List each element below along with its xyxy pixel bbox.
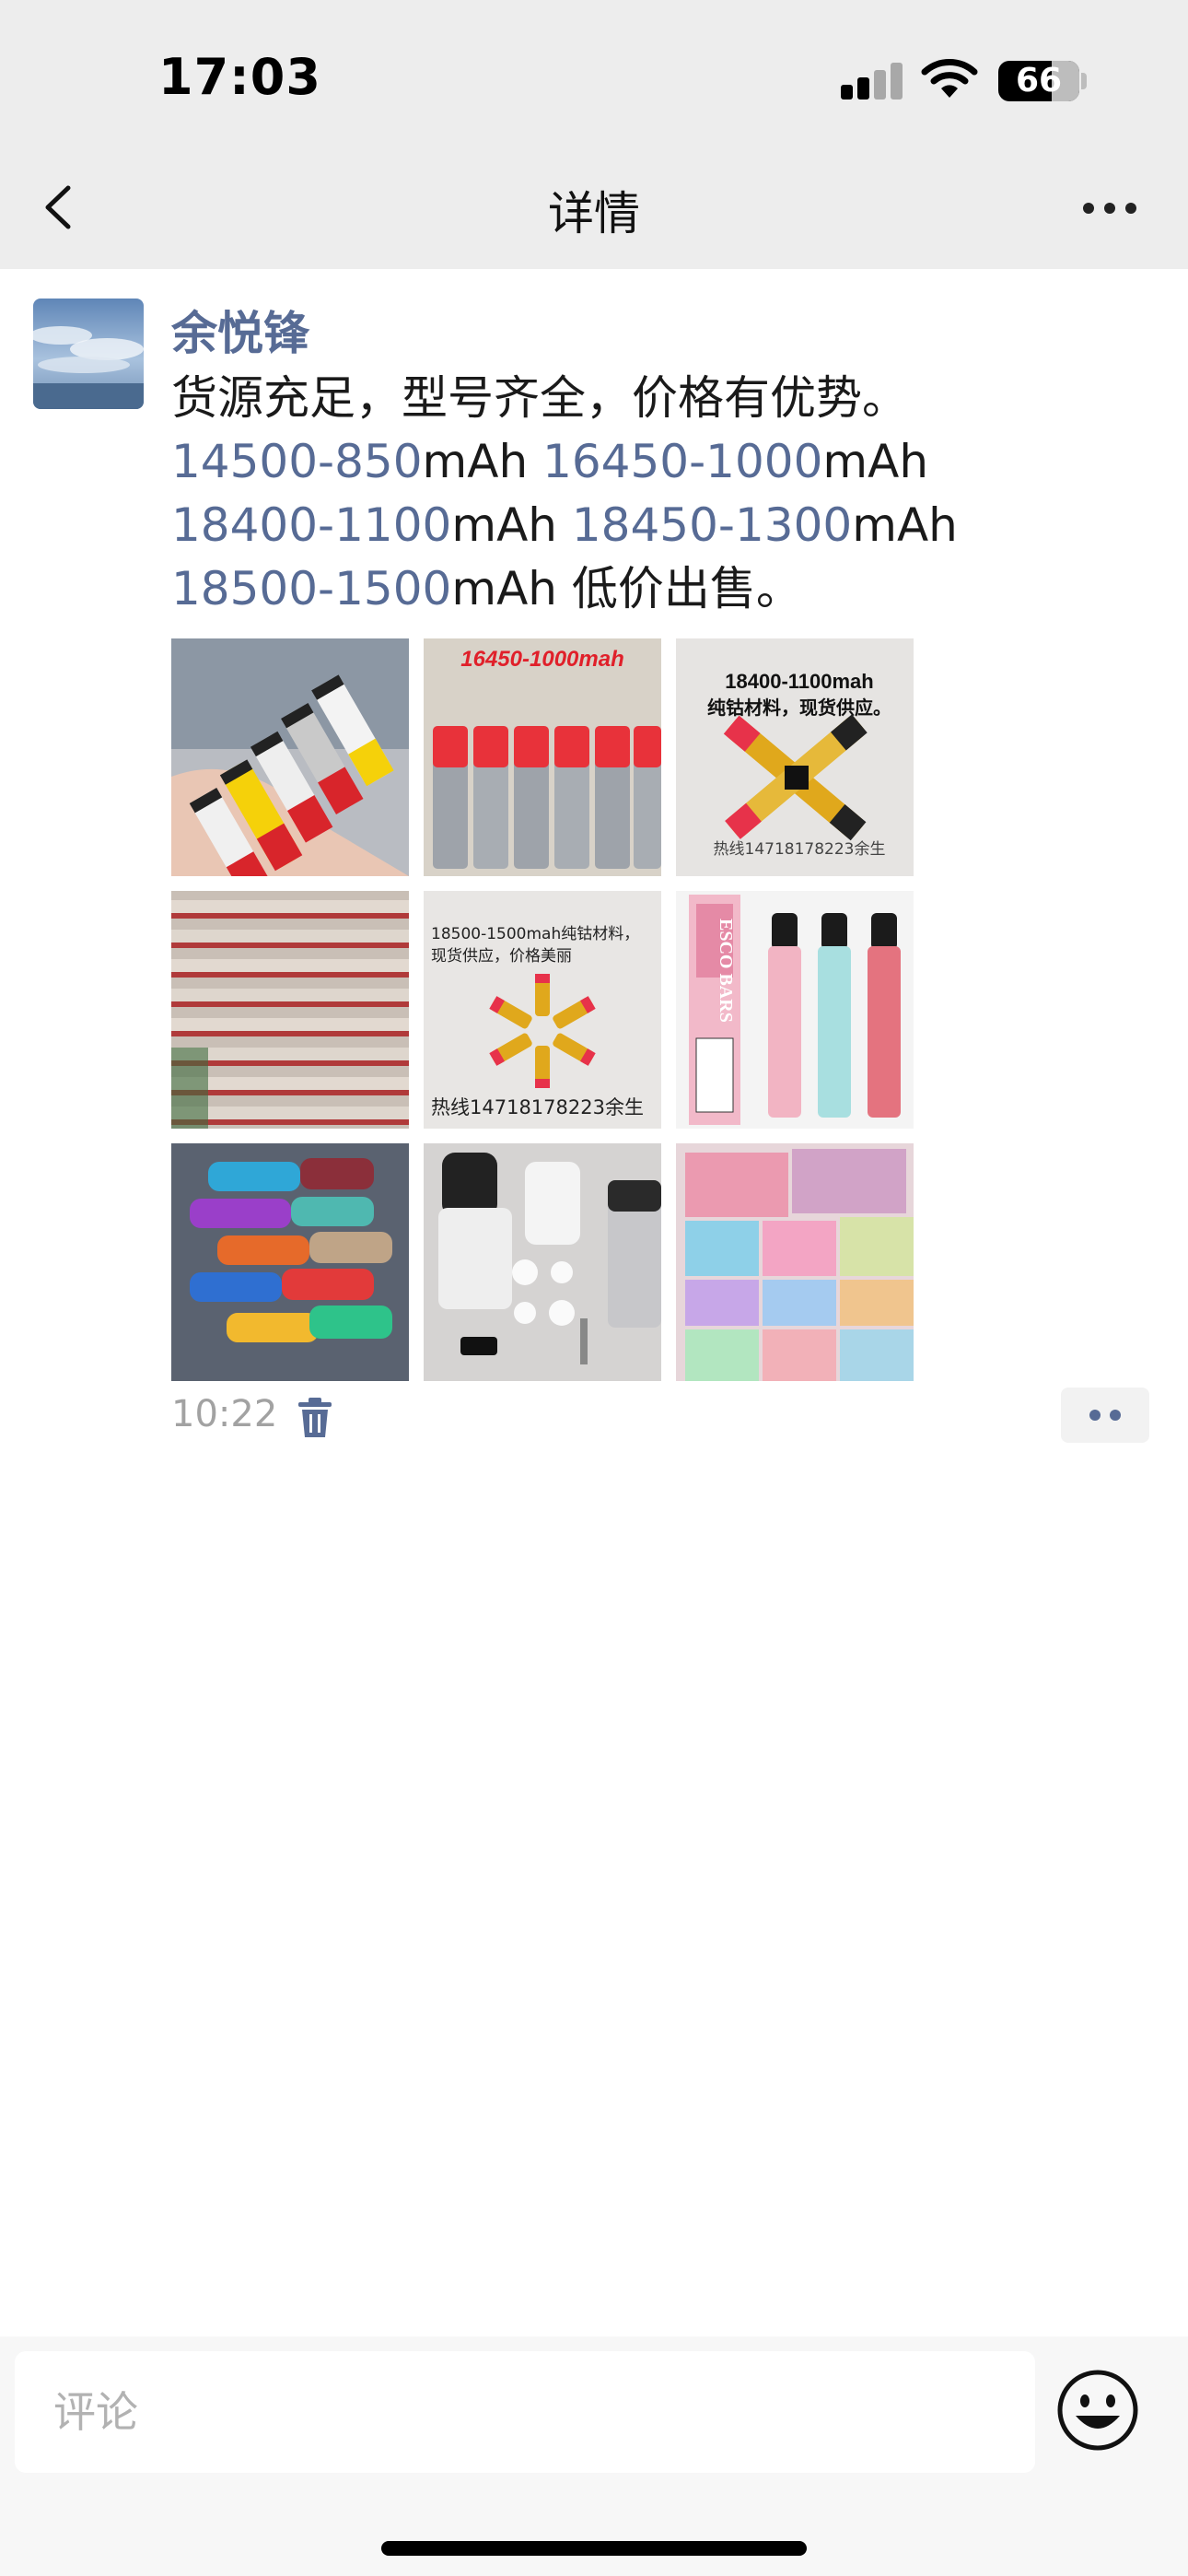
image-caption: 热线14718178223余生	[431, 1096, 644, 1118]
post-image-red-cap-batteries[interactable]: 16450-1000mah	[424, 638, 661, 876]
spec-link[interactable]: 14500-850	[171, 435, 423, 488]
post-image-colored-tubes[interactable]	[171, 1143, 409, 1381]
comment-bar	[0, 2336, 1188, 2576]
comment-dots-icon[interactable]	[1061, 1388, 1149, 1443]
spec-link[interactable]: 16450-1000	[542, 435, 822, 488]
post-text-line: 18400-1100mAh 18450-1300mAh	[171, 494, 1111, 557]
top-bar: 17:03 66 详情	[0, 0, 1188, 269]
post-text-tail: 低价出售。	[571, 562, 802, 615]
image-caption: 热线14718178223余生	[714, 840, 886, 859]
image-caption: ESCO BARS	[716, 919, 736, 1023]
spec-link[interactable]: 18450-1300	[572, 498, 852, 552]
post-image-vape-pens[interactable]: ESCO BARS	[676, 891, 914, 1129]
spec-unit: mAh	[451, 498, 557, 552]
image-caption: 18500-1500mah纯钴材料，	[431, 925, 639, 943]
more-dots-icon[interactable]	[1077, 197, 1142, 219]
post-text-line: 14500-850mAh 16450-1000mAh	[171, 430, 1111, 494]
post-image-device-parts[interactable]	[424, 1143, 661, 1381]
post-text: 货源充足，型号齐全，价格有优势。 14500-850mAh 16450-1000…	[171, 367, 1111, 621]
post-image-vape-boxes[interactable]	[676, 1143, 914, 1381]
home-indicator	[381, 2541, 807, 2556]
post-image-crossed-batteries[interactable]: 18400-1100mah 纯钴材料，现货供应。 热线14718178223余生	[676, 638, 914, 876]
trash-icon[interactable]	[297, 1397, 333, 1439]
image-grid: 16450-1000mah 18400-1100mah 纯钴材料，现货供应。 热…	[171, 638, 914, 1381]
post-image-battery-star[interactable]: 18500-1500mah纯钴材料， 现货供应，价格美丽 热线147181782…	[424, 891, 661, 1129]
image-caption: 16450-1000mah	[460, 647, 623, 672]
post-time: 10:22	[171, 1393, 278, 1435]
avatar[interactable]	[33, 299, 144, 409]
spec-unit: mAh	[822, 435, 929, 488]
image-caption: 18400-1100mah	[725, 670, 873, 693]
wifi-icon	[921, 59, 978, 98]
post-text-line: 货源充足，型号齐全，价格有优势。	[171, 371, 908, 425]
battery-icon: 66	[998, 61, 1079, 101]
spec-unit: mAh	[852, 498, 958, 552]
author-name[interactable]: 余悦锋	[171, 297, 309, 363]
battery-tip	[1081, 73, 1087, 89]
spec-unit: mAh	[422, 435, 529, 488]
page-title: 详情	[548, 187, 640, 240]
spec-link[interactable]: 18500-1500	[171, 562, 451, 615]
spec-link[interactable]: 18400-1100	[171, 498, 451, 552]
smiley-icon[interactable]	[1055, 2368, 1140, 2453]
spec-unit: mAh	[451, 562, 557, 615]
cellular-signal-icon	[841, 63, 905, 100]
post-image-batteries-in-hand[interactable]	[171, 638, 409, 876]
image-caption: 纯钴材料，现货供应。	[707, 697, 891, 719]
image-caption: 现货供应，价格美丽	[431, 947, 572, 966]
post-text-line: 18500-1500mAh 低价出售。	[171, 557, 1111, 621]
battery-level: 66	[1015, 62, 1063, 100]
post-image-battery-rows[interactable]	[171, 891, 409, 1129]
comment-input[interactable]	[15, 2351, 1035, 2473]
status-time: 17:03	[158, 48, 321, 106]
